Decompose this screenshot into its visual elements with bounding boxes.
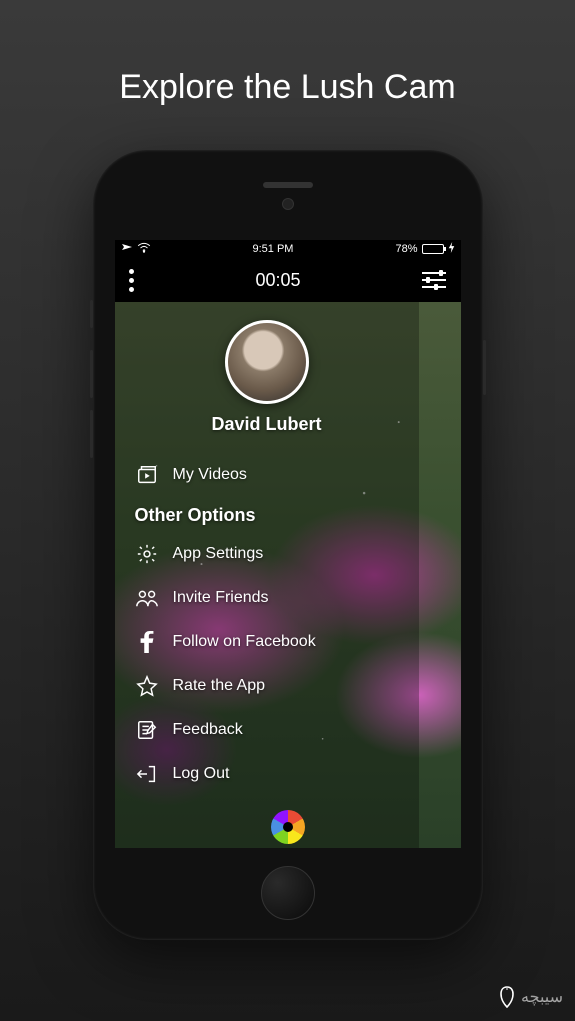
volume-down-button [90,410,93,458]
home-button[interactable] [261,866,315,920]
phone-frame: 9:51 PM 78% 00:05 David Lubert [93,150,483,940]
side-menu: David Lubert My Videos Other Options App… [115,302,419,848]
facebook-icon [135,630,159,654]
menu-label: Rate the App [173,677,266,695]
mute-switch [90,300,93,328]
menu-item-feedback[interactable]: Feedback [133,708,401,752]
menu-item-invite-friends[interactable]: Invite Friends [133,576,401,620]
wifi-icon [137,242,151,256]
menu-label: Feedback [173,721,243,739]
menu-label: My Videos [173,466,247,484]
menu-item-follow-facebook[interactable]: Follow on Facebook [133,620,401,664]
status-time: 9:51 PM [253,243,294,255]
menu-item-logout[interactable]: Log Out [133,752,401,796]
star-icon [135,674,159,698]
screen: 9:51 PM 78% 00:05 David Lubert [115,240,461,848]
menu-item-rate-app[interactable]: Rate the App [133,664,401,708]
volume-up-button [90,350,93,398]
logout-icon [135,762,159,786]
section-other-options: Other Options [135,505,401,526]
menu-label: Follow on Facebook [173,633,316,651]
charging-icon [448,242,455,256]
username-label: David Lubert [133,414,401,435]
battery-icon [422,244,444,254]
avatar[interactable] [225,320,309,404]
airplane-icon [121,242,133,257]
menu-item-app-settings[interactable]: App Settings [133,532,401,576]
power-button [483,340,486,395]
friends-icon [135,586,159,610]
menu-label: Log Out [173,765,230,783]
battery-pct: 78% [395,243,417,255]
shutter-logo-icon[interactable] [271,810,305,844]
gear-icon [135,542,159,566]
watermark: سیبچه [497,985,563,1009]
videos-icon [135,463,159,487]
more-menu-button[interactable] [129,269,134,292]
promo-title: Explore the Lush Cam [0,68,575,107]
watermark-text: سیبچه [521,987,563,1007]
menu-label: Invite Friends [173,589,269,607]
status-bar: 9:51 PM 78% [115,240,461,258]
recording-timer: 00:05 [255,270,300,291]
toolbar: 00:05 [115,258,461,302]
feedback-icon [135,718,159,742]
menu-item-my-videos[interactable]: My Videos [133,453,401,497]
camera-preview: David Lubert My Videos Other Options App… [115,302,461,848]
filters-button[interactable] [422,272,446,288]
menu-label: App Settings [173,545,264,563]
